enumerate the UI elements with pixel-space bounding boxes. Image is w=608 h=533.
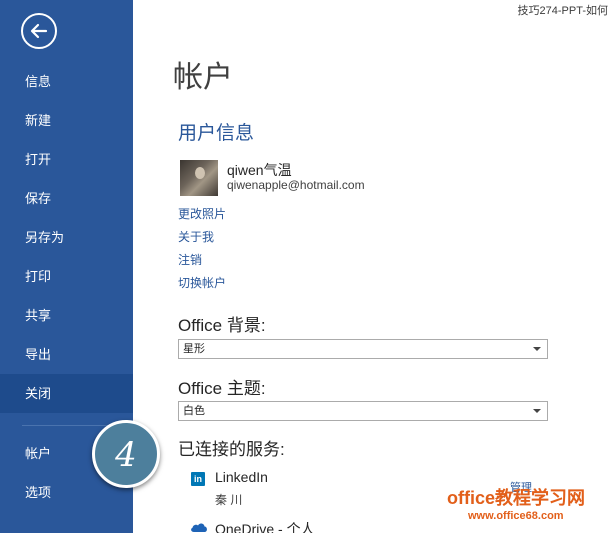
nav-share[interactable]: 共享 xyxy=(0,296,133,335)
switch-account-link[interactable]: 切换帐户 xyxy=(178,274,226,291)
nav-info[interactable]: 信息 xyxy=(0,62,133,101)
back-arrow-icon xyxy=(30,23,48,39)
user-info-heading: 用户信息 xyxy=(178,123,255,144)
chevron-down-icon xyxy=(533,347,541,351)
step-number: 4 xyxy=(115,435,137,475)
avatar xyxy=(180,160,218,196)
window-title: 技巧274-PPT-如何 xyxy=(517,5,608,17)
office-theme-select[interactable]: 白色 xyxy=(178,401,548,421)
nav-save[interactable]: 保存 xyxy=(0,179,133,218)
page-title: 帐户 xyxy=(173,61,233,94)
office-theme-label: Office 主题: xyxy=(178,379,266,398)
watermark-url: www.office68.com xyxy=(468,510,564,522)
about-me-link[interactable]: 关于我 xyxy=(178,228,214,245)
office-background-select[interactable]: 星形 xyxy=(178,339,548,359)
step-marker: 4 xyxy=(92,420,160,488)
onedrive-icon xyxy=(191,523,207,532)
nav-print[interactable]: 打印 xyxy=(0,257,133,296)
linkedin-service-name: LinkedIn xyxy=(215,469,268,485)
connected-services-heading: 已连接的服务: xyxy=(178,440,285,459)
sign-out-link[interactable]: 注销 xyxy=(178,251,202,268)
nav-close[interactable]: 关闭 xyxy=(0,374,133,413)
back-button[interactable] xyxy=(21,13,57,49)
nav-divider xyxy=(22,425,118,426)
chevron-down-icon xyxy=(533,409,541,413)
office-background-value: 星形 xyxy=(183,343,205,355)
nav-export[interactable]: 导出 xyxy=(0,335,133,374)
nav-open[interactable]: 打开 xyxy=(0,140,133,179)
nav-new[interactable]: 新建 xyxy=(0,101,133,140)
watermark-title: office教程学习网 xyxy=(447,488,586,508)
linkedin-user-name: 秦 川 xyxy=(215,493,243,507)
change-photo-link[interactable]: 更改照片 xyxy=(178,205,226,222)
office-background-label: Office 背景: xyxy=(178,316,266,335)
office-theme-value: 白色 xyxy=(183,405,205,417)
linkedin-icon: in xyxy=(191,472,205,486)
nav-save-as[interactable]: 另存为 xyxy=(0,218,133,257)
onedrive-service-name: OneDrive - 个人 xyxy=(215,521,315,533)
user-name: qiwen气温 xyxy=(227,162,292,178)
user-email: qiwenapple@hotmail.com xyxy=(227,178,365,192)
